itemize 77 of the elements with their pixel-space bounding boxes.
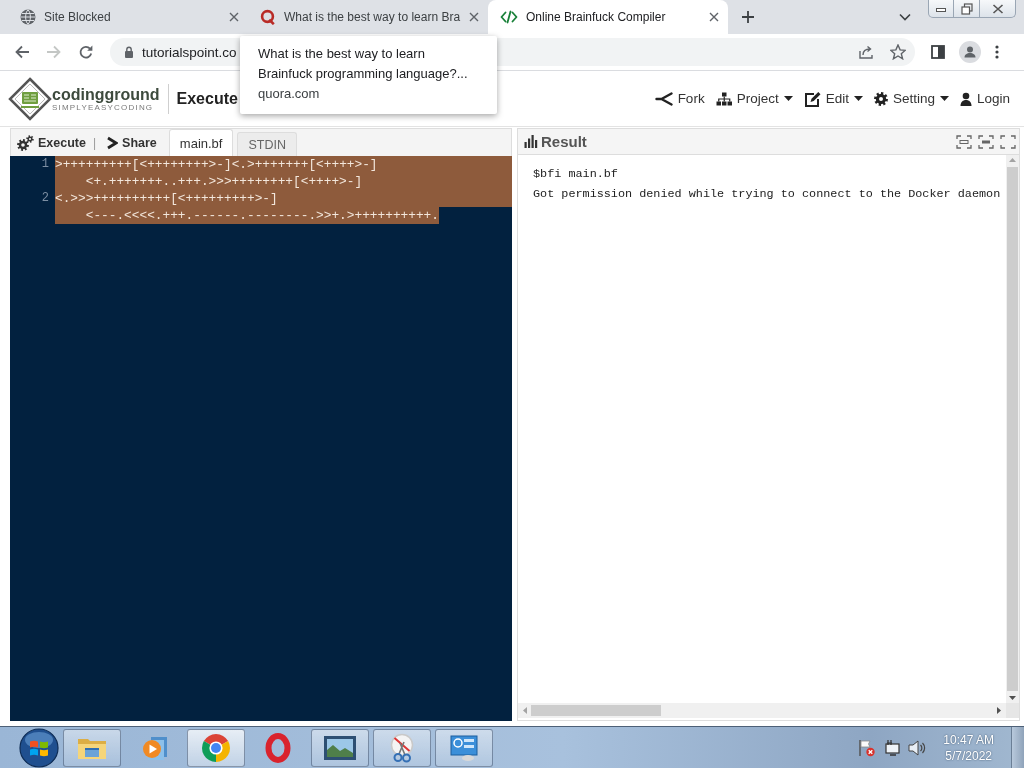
back-icon[interactable] bbox=[14, 44, 30, 60]
lock-icon bbox=[124, 46, 134, 58]
code-icon bbox=[500, 9, 518, 25]
toolbar-button[interactable]: Execute bbox=[13, 129, 90, 156]
restore-panel-icon[interactable] bbox=[978, 134, 994, 149]
close-icon[interactable] bbox=[469, 12, 479, 22]
logo-icon bbox=[8, 76, 52, 121]
bar-chart-icon bbox=[524, 135, 538, 148]
clock-time: 10:47 AM bbox=[943, 731, 994, 748]
nav-menu-item[interactable]: Edit bbox=[803, 90, 863, 107]
panel-title: Result bbox=[541, 133, 587, 150]
url-text: tutorialspoint.co bbox=[142, 44, 237, 60]
user-icon bbox=[959, 91, 972, 106]
fork-icon bbox=[654, 91, 673, 106]
chevron-right-icon bbox=[106, 135, 119, 150]
tooltip-domain: quora.com bbox=[258, 85, 320, 103]
sitemap-icon bbox=[715, 91, 732, 106]
taskbar-button[interactable] bbox=[187, 728, 245, 767]
line-number: 2 bbox=[41, 190, 50, 207]
scroll-right-icon[interactable] bbox=[997, 707, 1001, 714]
o-ring-icon bbox=[265, 732, 291, 763]
scrollbar-thumb[interactable] bbox=[531, 705, 661, 716]
taskbar-button[interactable] bbox=[435, 728, 493, 767]
plus-icon[interactable] bbox=[741, 10, 755, 24]
restore-button[interactable] bbox=[954, 0, 980, 18]
logo-text: codingground bbox=[52, 85, 160, 103]
landscape-photo-icon bbox=[323, 734, 357, 761]
logo-tagline: SIMPLYEASYCODING bbox=[52, 102, 154, 112]
taskbar-button[interactable] bbox=[311, 728, 369, 767]
star-icon[interactable] bbox=[890, 44, 906, 60]
globe-icon bbox=[20, 9, 36, 25]
line-number: 1 bbox=[41, 156, 50, 173]
file-tab[interactable]: main.bf bbox=[168, 129, 234, 156]
close-window-button[interactable] bbox=[980, 0, 1016, 18]
edit-icon bbox=[803, 90, 821, 107]
vertical-scrollbar[interactable] bbox=[1006, 155, 1019, 703]
chevron-down-icon[interactable] bbox=[899, 13, 911, 21]
taskbar-button[interactable] bbox=[373, 728, 431, 767]
expand-icon[interactable] bbox=[1000, 134, 1016, 149]
close-icon[interactable] bbox=[229, 12, 239, 22]
browser-tab[interactable]: What is the best way to learn Bra bbox=[248, 0, 488, 34]
page-title: Execute bbox=[176, 89, 238, 108]
scroll-down-icon[interactable] bbox=[1009, 696, 1016, 700]
output-line: $bfi main.bf bbox=[533, 166, 619, 183]
nav-menu-item[interactable]: Setting bbox=[873, 91, 949, 106]
avatar-icon[interactable] bbox=[959, 41, 981, 63]
toolbar-divider: | bbox=[91, 134, 98, 152]
browser-tab[interactable]: Online Brainfuck Compiler bbox=[488, 0, 728, 34]
gear-icon bbox=[873, 91, 888, 106]
nav-menu-item[interactable]: Login bbox=[959, 91, 1010, 106]
gears-icon bbox=[17, 134, 34, 151]
close-icon[interactable] bbox=[709, 12, 719, 22]
dashboard-icon bbox=[449, 733, 479, 762]
volume-icon[interactable] bbox=[908, 739, 927, 756]
start-orb-icon[interactable] bbox=[19, 727, 59, 768]
network-icon[interactable] bbox=[883, 738, 902, 757]
close-icon bbox=[991, 3, 1004, 14]
share-icon[interactable] bbox=[858, 44, 874, 60]
browser-tab[interactable]: Site Blocked bbox=[8, 0, 248, 34]
code-editor[interactable]: 1 >+++++++++[<++++++++>-]<.>+++++++[<++++>-] <+.+++++++..+++.>>>++++++++[<++++>-] 2 <.>>>++++++++++[<+++++++++>-] <---.<<<<.+++.------.--------.>>+.>++++++++++. bbox=[10, 156, 512, 721]
horizontal-scrollbar[interactable] bbox=[518, 703, 1006, 718]
toolbar-button[interactable]: Share bbox=[102, 129, 161, 156]
output-line: Got permission denied while trying to connect to the Docker daemon bbox=[533, 186, 1002, 203]
clock-date: 5/7/2022 bbox=[945, 747, 992, 764]
browser-logo-icon bbox=[201, 732, 231, 763]
restore-icon bbox=[960, 2, 973, 15]
flag-alert-icon[interactable] bbox=[858, 738, 877, 757]
collapse-panel-icon[interactable] bbox=[956, 134, 972, 149]
more-menu-icon[interactable] bbox=[995, 44, 999, 60]
minimize-button[interactable] bbox=[928, 0, 954, 18]
scrollbar-thumb[interactable] bbox=[1007, 167, 1018, 691]
nav-menu-item[interactable]: Project bbox=[715, 91, 793, 106]
file-tab[interactable]: STDIN bbox=[237, 132, 297, 156]
nav-menu-item[interactable]: Fork bbox=[654, 91, 705, 106]
side-panel-icon[interactable] bbox=[931, 45, 945, 59]
reload-icon[interactable] bbox=[78, 44, 94, 60]
letter-q-icon bbox=[260, 9, 276, 25]
